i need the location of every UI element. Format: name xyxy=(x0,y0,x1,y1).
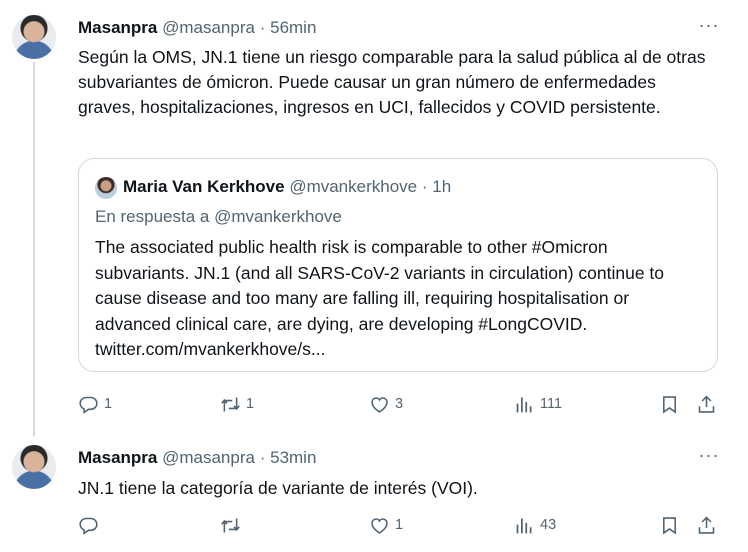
bookmark-button[interactable] xyxy=(659,510,680,540)
separator: · xyxy=(421,177,428,196)
action-bar: 1 43 xyxy=(78,510,728,540)
quoted-author-name: Maria Van Kerkhove xyxy=(123,177,285,196)
timestamp[interactable]: 56min xyxy=(270,18,316,37)
quoted-author-handle: @mvankerkhove xyxy=(289,177,418,196)
reply-count: 1 xyxy=(104,396,113,412)
avatar[interactable] xyxy=(95,177,117,199)
view-count: 111 xyxy=(540,396,563,412)
retweet-icon xyxy=(220,394,241,415)
retweet-count: 1 xyxy=(246,396,255,412)
avatar[interactable] xyxy=(12,445,56,489)
quoted-tweet-text: The associated public health risk is com… xyxy=(95,237,665,359)
retweet-icon xyxy=(220,515,241,536)
reply-button[interactable] xyxy=(78,510,104,540)
author-handle[interactable]: @masanpra xyxy=(162,18,255,37)
author-handle[interactable]: @masanpra xyxy=(162,448,255,467)
view-count: 43 xyxy=(540,517,557,533)
like-button[interactable]: 1 xyxy=(369,510,403,540)
separator: · xyxy=(259,448,266,467)
like-button[interactable]: 3 xyxy=(369,389,403,419)
quoted-timestamp: 1h xyxy=(432,177,452,196)
action-bar: 1 1 3 111 xyxy=(78,389,728,419)
like-count: 3 xyxy=(395,396,404,412)
author-name[interactable]: Masanpra xyxy=(78,18,157,37)
share-button[interactable] xyxy=(696,510,717,540)
more-options-icon[interactable]: ··· xyxy=(698,446,720,470)
timestamp[interactable]: 53min xyxy=(270,448,316,467)
heart-icon xyxy=(369,515,390,536)
reply-button[interactable]: 1 xyxy=(78,389,112,419)
reply-context: En respuesta a @mvankerkhove xyxy=(95,207,342,226)
views-button[interactable]: 43 xyxy=(514,510,556,540)
tweet-header: Masanpra @masanpra · 56min xyxy=(78,18,316,38)
reply-icon xyxy=(78,515,99,536)
separator: · xyxy=(259,18,266,37)
tweet-text: JN.1 tiene la categoría de variante de i… xyxy=(78,478,478,498)
bookmark-icon xyxy=(659,515,680,536)
bookmark-icon xyxy=(659,394,680,415)
like-count: 1 xyxy=(395,517,404,533)
author-name[interactable]: Masanpra xyxy=(78,448,157,467)
share-icon xyxy=(696,394,717,415)
tweet-header: Masanpra @masanpra · 53min xyxy=(78,448,316,468)
quoted-tweet[interactable]: Maria Van Kerkhove @mvankerkhove · 1h En… xyxy=(78,158,718,372)
thread-line xyxy=(33,62,35,436)
heart-icon xyxy=(369,394,390,415)
tweet-2[interactable]: Masanpra @masanpra · 53min ··· JN.1 tien… xyxy=(0,430,748,552)
retweet-button[interactable]: 1 xyxy=(220,389,254,419)
share-button[interactable] xyxy=(696,389,717,419)
avatar[interactable] xyxy=(12,15,56,59)
tweet-text: Según la OMS, JN.1 tiene un riesgo compa… xyxy=(78,47,706,117)
reply-icon xyxy=(78,394,99,415)
views-icon xyxy=(514,515,535,536)
quoted-tweet-header: Maria Van Kerkhove @mvankerkhove · 1h xyxy=(123,177,451,197)
more-options-icon[interactable]: ··· xyxy=(698,16,720,40)
views-icon xyxy=(514,394,535,415)
bookmark-button[interactable] xyxy=(659,389,680,419)
tweet-1[interactable]: Masanpra @masanpra · 56min ··· Según la … xyxy=(0,0,748,436)
retweet-button[interactable] xyxy=(220,510,246,540)
share-icon xyxy=(696,515,717,536)
views-button[interactable]: 111 xyxy=(514,389,562,419)
